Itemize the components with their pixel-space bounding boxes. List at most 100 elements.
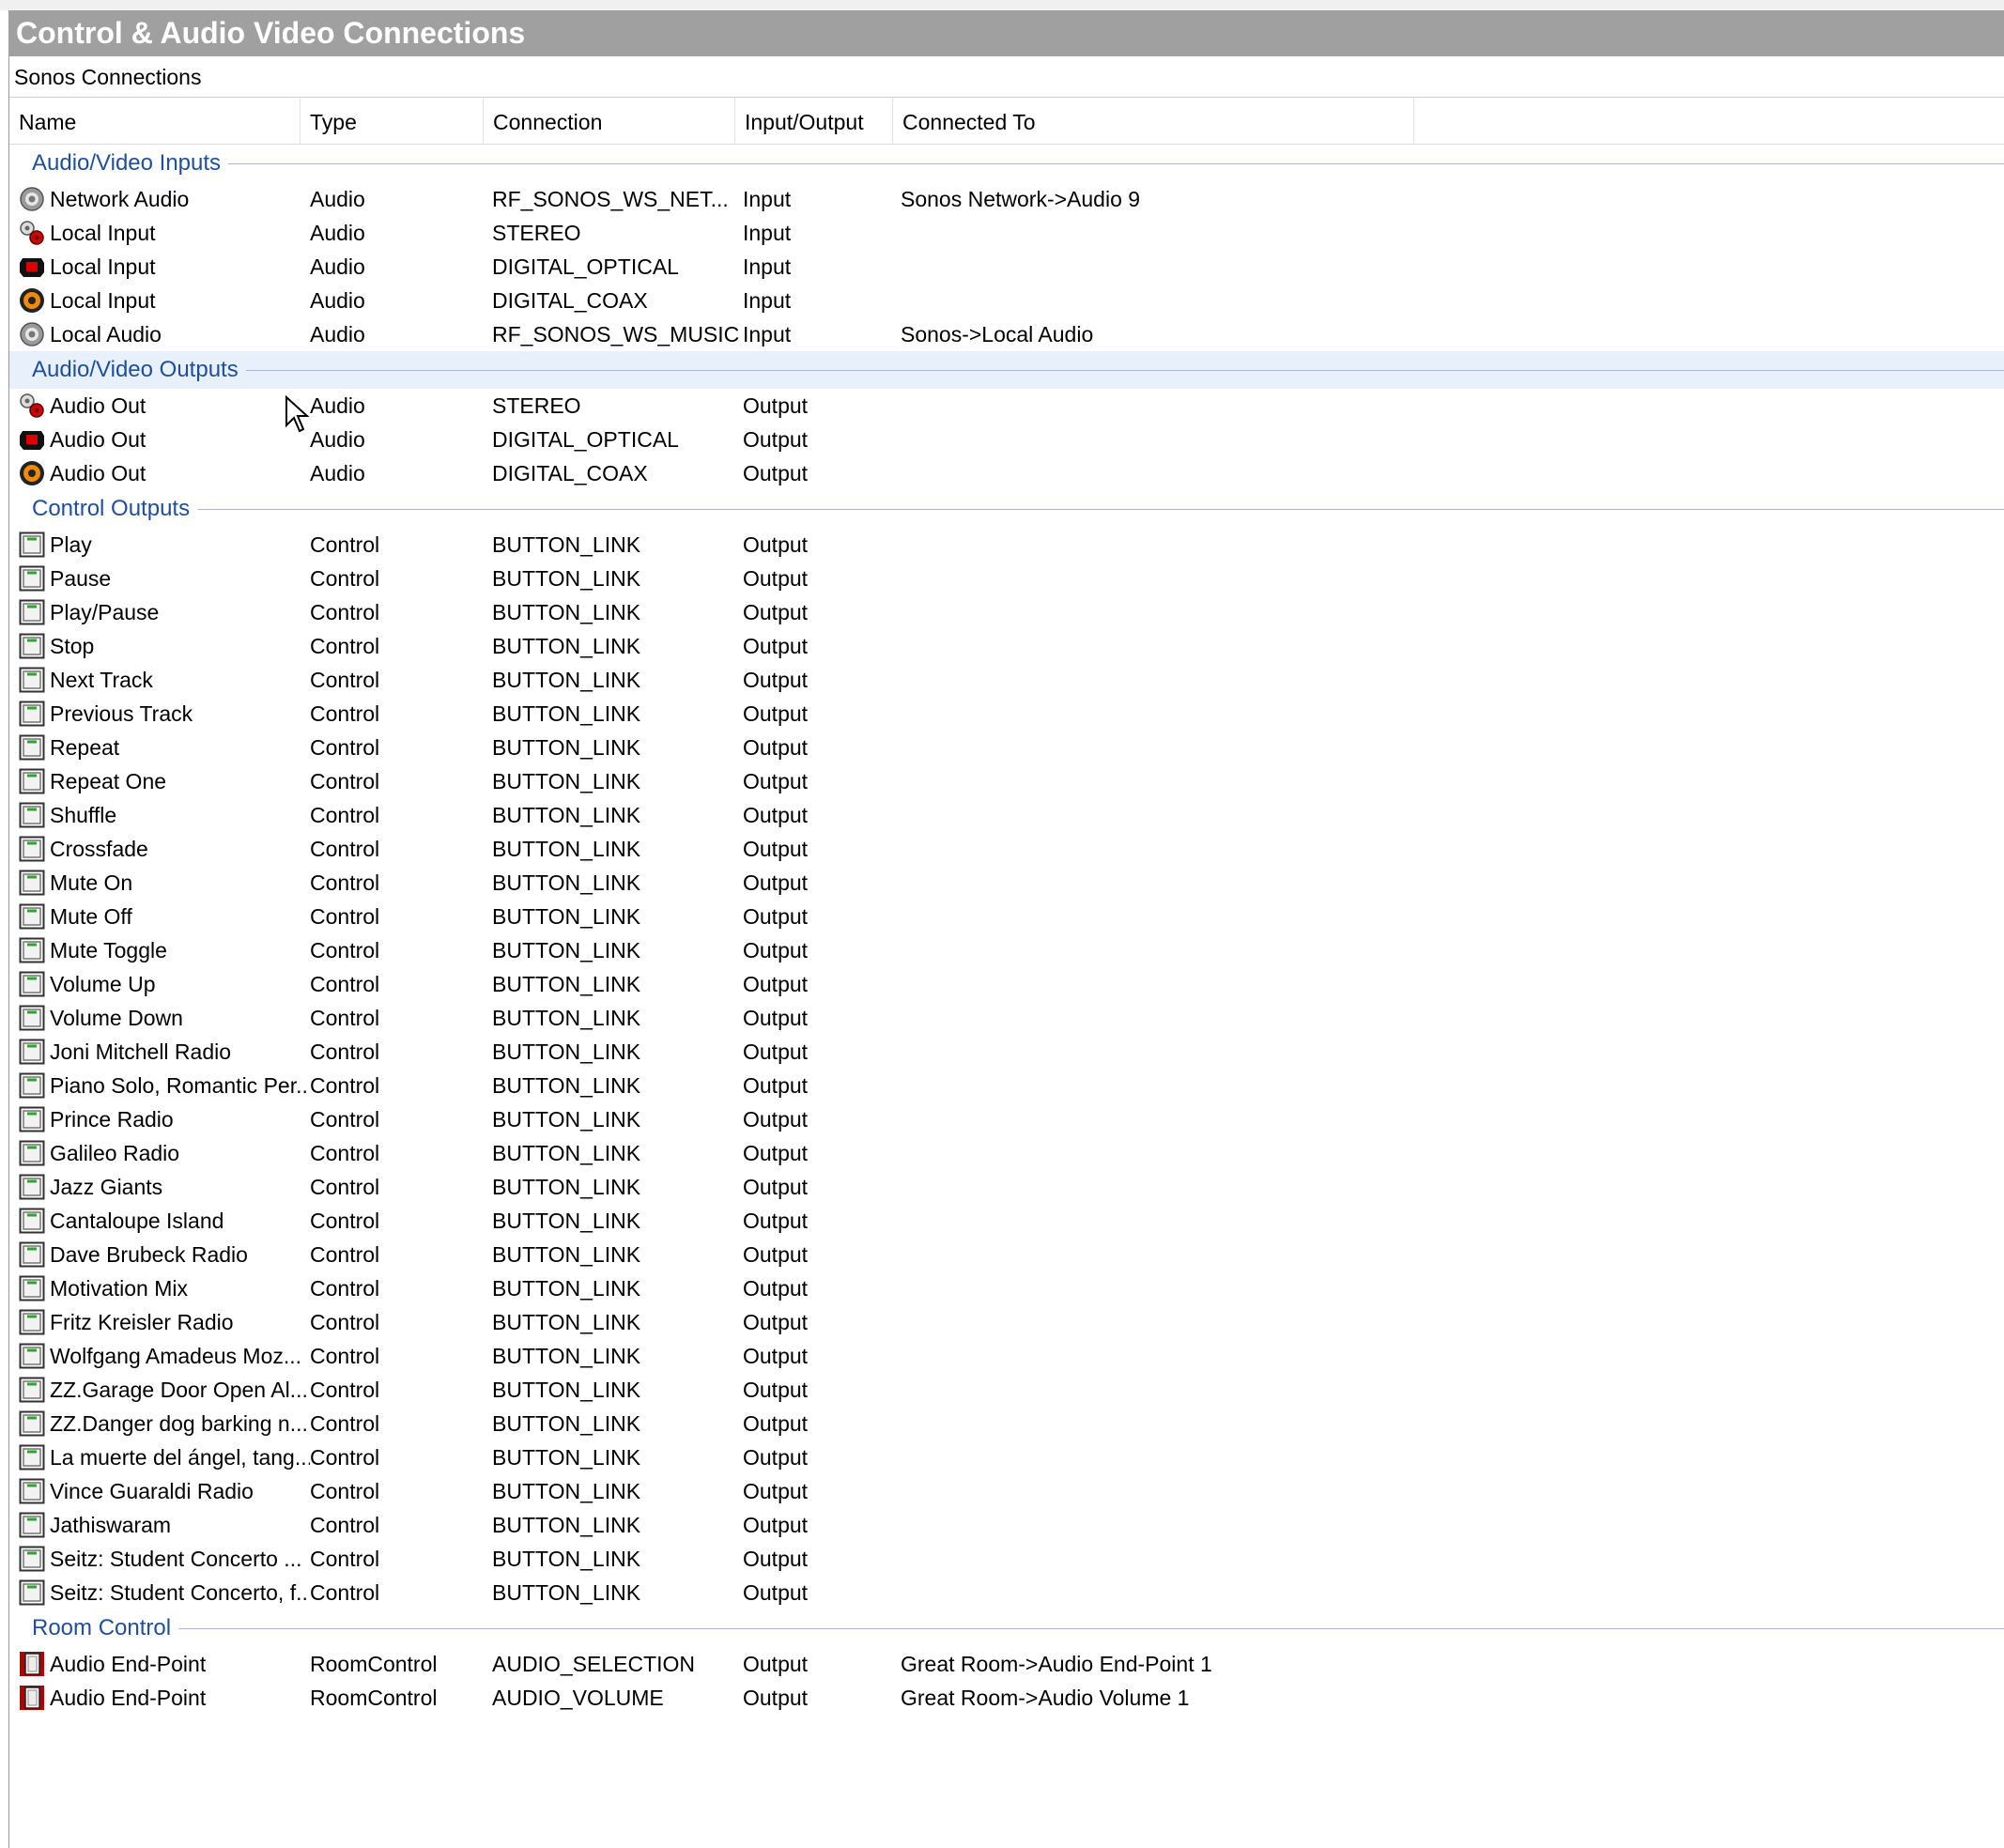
cell-connected-to: Great Room->Audio End-Point 1 — [901, 1652, 1212, 1676]
network-audio-icon — [19, 321, 45, 347]
table-row[interactable]: Local Input Audio DIGITAL_OPTICAL Input — [9, 250, 2004, 284]
cell-input-output: Output — [743, 461, 809, 485]
cell-name: Fritz Kreisler Radio — [50, 1310, 234, 1334]
button-link-icon — [19, 1208, 45, 1234]
coax-icon — [19, 287, 45, 314]
cell-input-output: Output — [743, 803, 809, 827]
table-row[interactable]: Fritz Kreisler Radio Control BUTTON_LINK Ou… — [9, 1305, 2004, 1339]
table-row[interactable]: Local Audio Audio RF_SONOS_WS_MUSIC Input So… — [9, 317, 2004, 351]
cell-input-output: Output — [743, 1073, 809, 1098]
cell-connected-to — [901, 1576, 1464, 1609]
cell-connection: AUDIO_SELECTION — [492, 1652, 695, 1676]
table-row[interactable]: Previous Track Control BUTTON_LINK Output — [9, 697, 2004, 731]
table-row[interactable]: Local Input Audio DIGITAL_COAX Input — [9, 284, 2004, 317]
table-row[interactable]: Mute Off Control BUTTON_LINK Output — [9, 900, 2004, 933]
table-row[interactable]: Play Control BUTTON_LINK Output — [9, 528, 2004, 562]
stereo-jack-icon — [19, 220, 45, 246]
table-row[interactable]: Jazz Giants Control BUTTON_LINK Output — [9, 1170, 2004, 1204]
cell-name: Audio End-Point — [50, 1652, 207, 1676]
cell-input-output: Output — [743, 1652, 809, 1676]
table-row[interactable]: Cantaloupe Island Control BUTTON_LINK Outpu… — [9, 1204, 2004, 1238]
table-row[interactable]: Local Input Audio STEREO Input — [9, 216, 2004, 250]
cell-type: Audio — [310, 254, 365, 279]
cell-input-output: Output — [743, 1513, 809, 1537]
cell-input-output: Output — [743, 837, 809, 861]
table-row[interactable]: Audio End-Point RoomControl AUDIO_VOLUME Ou… — [9, 1681, 2004, 1715]
cell-type: Control — [310, 870, 380, 895]
cell-name: Motivation Mix — [50, 1276, 188, 1301]
table-row[interactable]: La muerte del ángel, tang... Control BUTTO… — [9, 1440, 2004, 1474]
table-row[interactable]: Prince Radio Control BUTTON_LINK Output — [9, 1102, 2004, 1136]
cell-connected-to — [901, 216, 1464, 250]
table-row[interactable]: Audio End-Point RoomControl AUDIO_SELECTIO… — [9, 1647, 2004, 1681]
table-row[interactable]: Crossfade Control BUTTON_LINK Output — [9, 832, 2004, 866]
table-row[interactable]: Next Track Control BUTTON_LINK Output — [9, 663, 2004, 697]
group-header[interactable]: Control Outputs — [9, 490, 2004, 528]
cell-name: Repeat — [50, 735, 120, 760]
network-audio-icon — [19, 186, 45, 212]
table-row[interactable]: Mute Toggle Control BUTTON_LINK Output — [9, 933, 2004, 967]
table-row[interactable]: Dave Brubeck Radio Control BUTTON_LINK Outp… — [9, 1238, 2004, 1271]
cell-connection: BUTTON_LINK — [492, 1479, 641, 1503]
cell-input-output: Output — [743, 1580, 809, 1605]
button-link-icon — [19, 1579, 45, 1606]
table-row[interactable]: Mute On Control BUTTON_LINK Output — [9, 866, 2004, 900]
table-row[interactable]: Joni Mitchell Radio Control BUTTON_LINK Out… — [9, 1035, 2004, 1069]
cell-connection: BUTTON_LINK — [492, 532, 641, 557]
cell-connected-to — [901, 731, 1464, 764]
column-connected-to-header[interactable]: Connected To — [893, 99, 1414, 144]
cell-connected-to — [901, 1238, 1464, 1271]
cell-connection: BUTTON_LINK — [492, 1242, 641, 1267]
table-row[interactable]: Repeat Control BUTTON_LINK Output — [9, 731, 2004, 764]
table-row[interactable]: Galileo Radio Control BUTTON_LINK Output — [9, 1136, 2004, 1170]
group-divider — [32, 370, 2004, 371]
room-control-icon — [19, 1651, 45, 1677]
table-row[interactable]: Stop Control BUTTON_LINK Output — [9, 629, 2004, 663]
button-link-icon — [19, 870, 45, 896]
cell-connected-to — [901, 456, 1464, 490]
table-row[interactable]: Pause Control BUTTON_LINK Output — [9, 562, 2004, 595]
table-row[interactable]: Jathiswaram Control BUTTON_LINK Output — [9, 1508, 2004, 1542]
cell-connection: RF_SONOS_WS_MUSIC — [492, 322, 740, 346]
group-header[interactable]: Room Control — [9, 1609, 2004, 1647]
group-header[interactable]: Audio/Video Inputs — [9, 145, 2004, 182]
cell-connected-to — [901, 250, 1464, 284]
cell-connection: BUTTON_LINK — [492, 870, 641, 895]
cell-connection: BUTTON_LINK — [492, 1378, 641, 1402]
window-title: Control & Audio Video Connections — [8, 10, 2004, 56]
table-row[interactable]: Seitz: Student Concerto, f... Control BUTT… — [9, 1576, 2004, 1609]
cell-name: Audio Out — [50, 461, 146, 485]
table-row[interactable]: ZZ.Danger dog barking n... Control BUTTON_… — [9, 1407, 2004, 1440]
cell-type: Control — [310, 904, 380, 929]
table-row[interactable]: Volume Up Control BUTTON_LINK Output — [9, 967, 2004, 1001]
table-row[interactable]: Seitz: Student Concerto ... Control BUTTON… — [9, 1542, 2004, 1576]
button-link-icon — [19, 667, 45, 693]
cell-connected-to — [901, 1102, 1464, 1136]
cell-input-output: Output — [743, 1686, 809, 1710]
cell-type: Control — [310, 1411, 380, 1436]
cell-type: Control — [310, 1344, 380, 1368]
column-type-header[interactable]: Type — [301, 99, 484, 144]
table-row[interactable]: Motivation Mix Control BUTTON_LINK Output — [9, 1271, 2004, 1305]
column-name-header[interactable]: Name — [9, 99, 301, 144]
cell-type: Control — [310, 1107, 380, 1132]
table-row[interactable]: Play/Pause Control BUTTON_LINK Output — [9, 595, 2004, 629]
table-row[interactable]: Shuffle Control BUTTON_LINK Output — [9, 798, 2004, 832]
column-connection-header[interactable]: Connection — [484, 99, 735, 144]
table-row[interactable]: Wolfgang Amadeus Moz... Control BUTTON_LIN… — [9, 1339, 2004, 1373]
table-row[interactable]: Network Audio Audio RF_SONOS_WS_NET... Inpu… — [9, 182, 2004, 216]
cell-input-output: Output — [743, 566, 809, 591]
group-header[interactable]: Audio/Video Outputs — [9, 351, 2004, 389]
table-row[interactable]: Volume Down Control BUTTON_LINK Output — [9, 1001, 2004, 1035]
cell-connected-to: Sonos Network->Audio 9 — [901, 187, 1141, 211]
table-row[interactable]: ZZ.Garage Door Open Al... Control BUTTON_L… — [9, 1373, 2004, 1407]
table-row[interactable]: Audio Out Audio DIGITAL_COAX Output — [9, 456, 2004, 490]
table-row[interactable]: Piano Solo, Romantic Per... Control BUTTON… — [9, 1069, 2004, 1102]
cell-input-output: Output — [743, 668, 809, 692]
button-link-icon — [19, 1343, 45, 1369]
table-row[interactable]: Repeat One Control BUTTON_LINK Output — [9, 764, 2004, 798]
cell-connection: BUTTON_LINK — [492, 1040, 641, 1064]
cell-name: ZZ.Garage Door Open Al... — [50, 1378, 308, 1402]
column-io-header[interactable]: Input/Output — [735, 99, 893, 144]
table-row[interactable]: Vince Guaraldi Radio Control BUTTON_LINK Ou… — [9, 1474, 2004, 1508]
